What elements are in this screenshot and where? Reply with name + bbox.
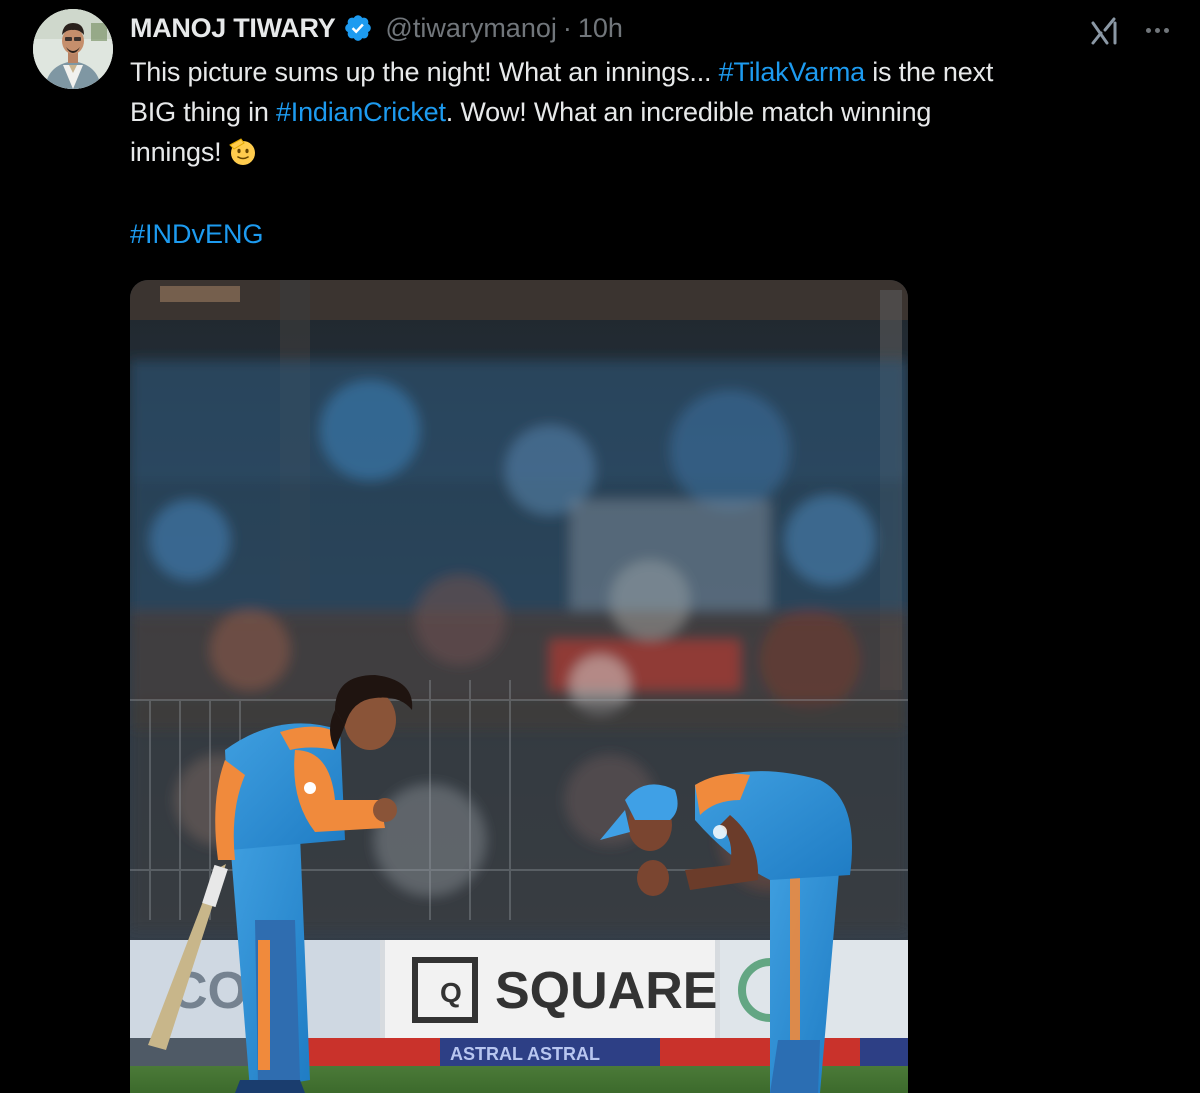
banner-text-astral: ASTRAL ASTRAL xyxy=(450,1044,600,1064)
hashtag-tilakvarma[interactable]: #TilakVarma xyxy=(719,57,866,87)
avatar-image xyxy=(33,9,113,89)
more-dot xyxy=(1154,27,1160,33)
author-name[interactable]: MANOJ TIWARY xyxy=(130,13,336,44)
more-options-icon[interactable] xyxy=(1137,13,1177,47)
tweet-text-line-3: innings! xyxy=(130,132,1170,172)
hashtag-indveng[interactable]: #INDvENG xyxy=(130,214,264,254)
hashtag-indiancricket[interactable]: #IndianCricket xyxy=(276,97,446,127)
tweet-text-line-1: This picture sums up the night! What an … xyxy=(130,52,1170,92)
svg-text:Q: Q xyxy=(440,977,462,1008)
tweet-text: This picture sums up the night! What an … xyxy=(130,52,1170,172)
text-segment: This picture sums up the night! What an … xyxy=(130,57,719,87)
author-avatar[interactable] xyxy=(33,9,113,89)
separator-dot: · xyxy=(562,12,572,43)
more-dot xyxy=(1163,27,1169,33)
more-dot xyxy=(1145,27,1151,33)
tweet-text-line-2: BIG thing in #IndianCricket. Wow! What a… xyxy=(130,92,1170,132)
tweet-photo[interactable]: COM Q SQUARE ASTRAL ASTRAL xyxy=(130,280,908,1093)
saluting-face-emoji-icon xyxy=(227,136,259,168)
text-segment: BIG thing in xyxy=(130,97,276,127)
text-segment: innings! xyxy=(130,137,222,167)
tweet-timestamp[interactable]: 10h xyxy=(578,13,623,44)
verified-badge-icon xyxy=(343,13,373,43)
tweet: MANOJ TIWARY @tiwarymanoj · 10h This pic… xyxy=(0,0,1200,1093)
banner-text-square: SQUARE xyxy=(495,962,717,1020)
author-handle[interactable]: @tiwarymanoj xyxy=(385,13,556,44)
text-segment: . Wow! What an incredible match winning xyxy=(445,97,932,127)
text-segment: is the next xyxy=(864,57,994,87)
grok-icon[interactable] xyxy=(1087,13,1123,49)
cricket-celebration-photo: COM Q SQUARE ASTRAL ASTRAL xyxy=(130,280,908,1093)
tweet-header: MANOJ TIWARY @tiwarymanoj · 10h xyxy=(130,8,623,48)
